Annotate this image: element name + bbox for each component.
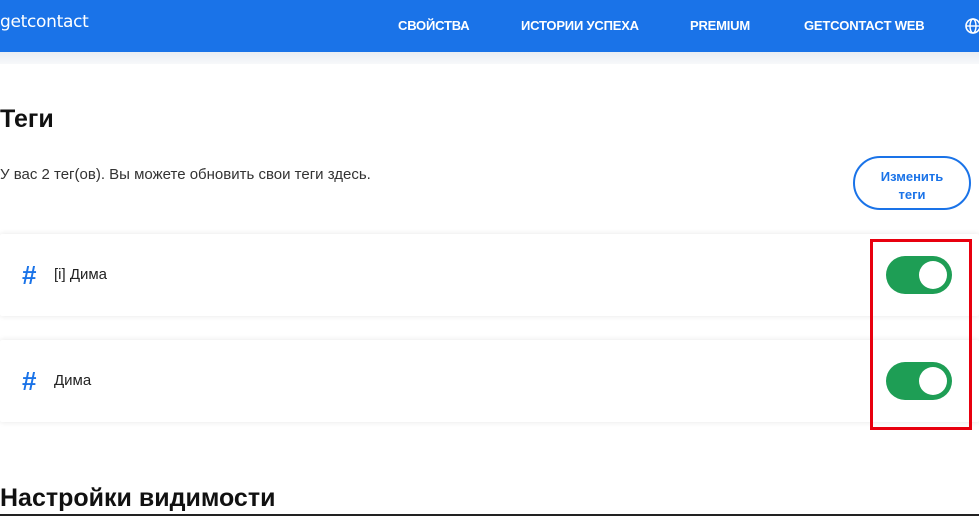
visibility-section-title: Настройки видимости [0,484,276,512]
tags-description: У вас 2 тег(ов). Вы можете обновить свои… [0,166,371,183]
hashtag-icon: # [22,366,37,396]
tag-label: Дима [54,372,92,389]
nav-link-getcontact-web[interactable]: GETCONTACT WEB [804,18,925,33]
tags-section-title: Теги [0,105,54,133]
top-navigation-bar: getcontact СВОЙСТВА ИСТОРИИ УСПЕХА PREMI… [0,0,979,52]
tag-card: # [i] Дима [0,234,979,316]
highlight-box [870,239,972,430]
getcontact-logo[interactable]: getcontact [0,12,89,32]
globe-icon[interactable] [965,18,979,34]
bottom-divider [0,514,979,516]
nav-link-features[interactable]: СВОЙСТВА [398,18,470,33]
nav-link-premium[interactable]: PREMIUM [690,18,750,33]
tag-card: # Дима [0,340,979,422]
edit-tags-button[interactable]: Изменить теги [853,156,971,210]
hashtag-icon: # [22,260,37,290]
nav-link-success-stories[interactable]: ИСТОРИИ УСПЕХА [521,18,639,33]
tag-label: [i] Дима [54,266,108,283]
header-divider [0,52,979,64]
